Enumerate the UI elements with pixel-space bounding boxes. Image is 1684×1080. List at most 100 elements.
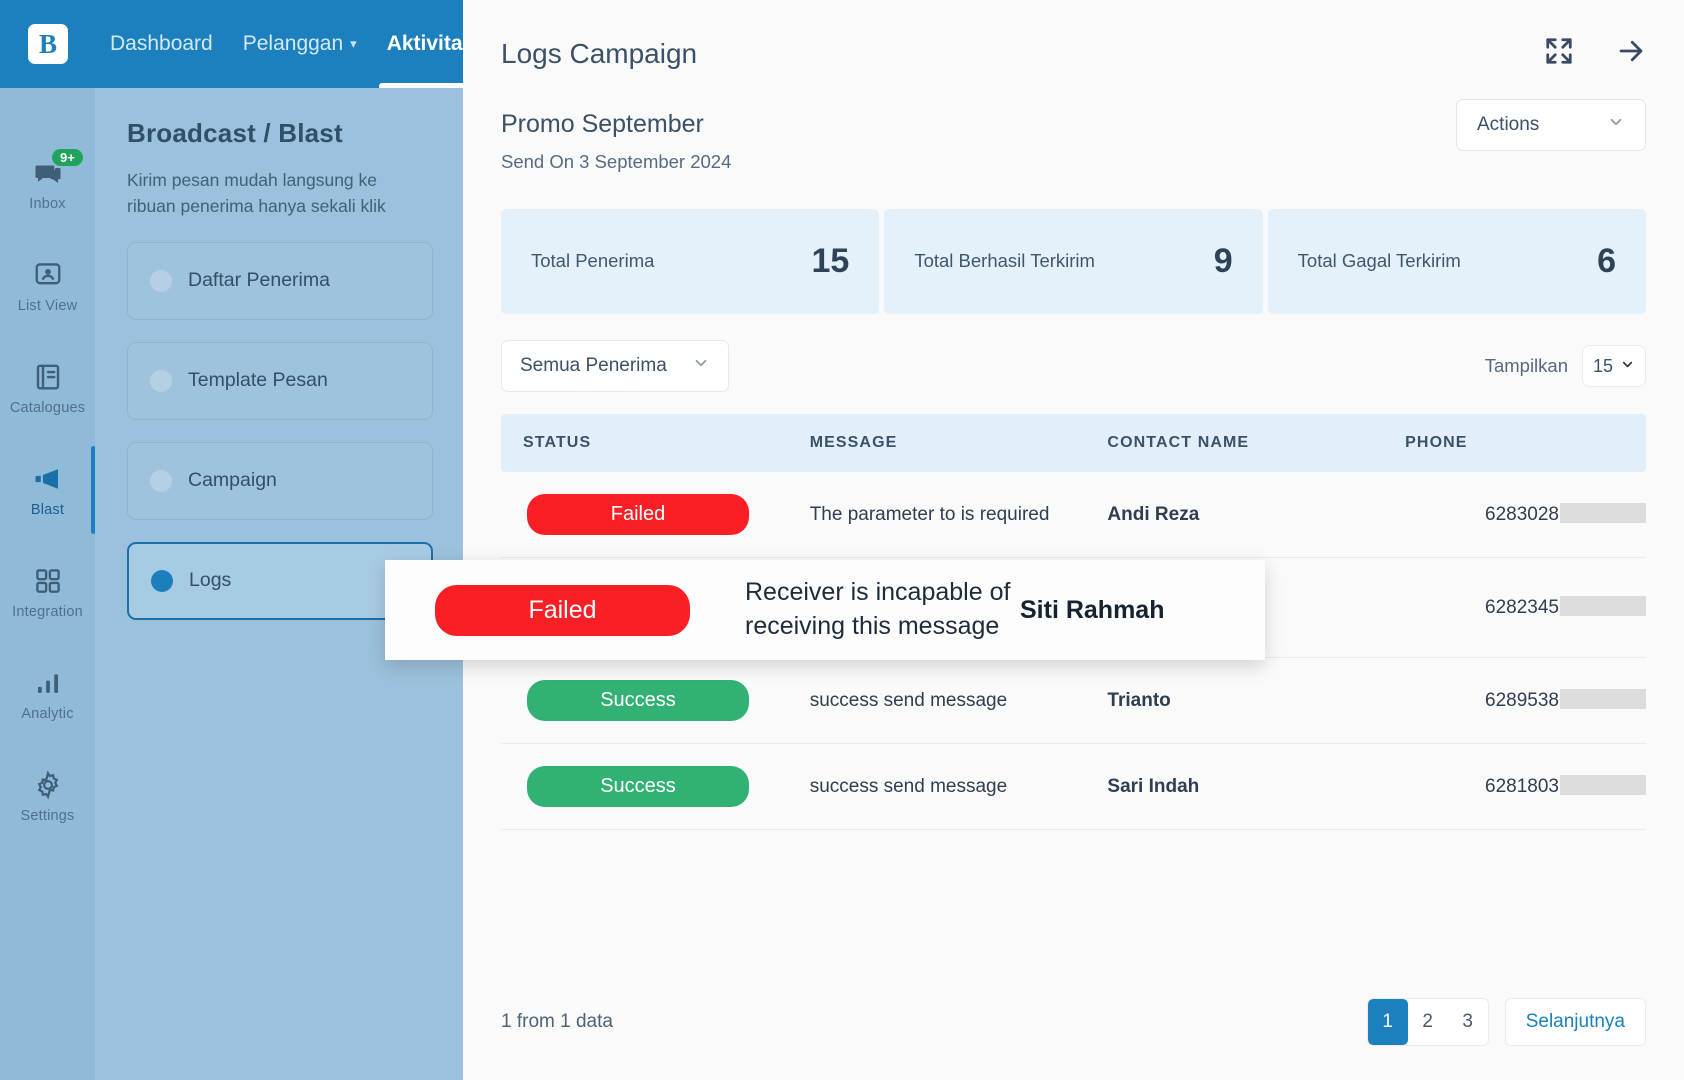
status-badge: Success [527,766,749,808]
contact-card-icon [33,260,63,290]
sidebar-item-list-view[interactable]: List View [0,260,95,314]
app-logo[interactable]: B [28,24,68,64]
cell-contact-name: Sari Indah [1107,743,1406,831]
recipient-filter-value: Semua Penerima [520,355,667,376]
column-header-phone[interactable]: PHONE [1405,414,1646,472]
megaphone-icon [33,464,63,494]
chevron-down-icon [1607,113,1625,137]
nav-label: Dashboard [110,32,213,55]
show-entries-select[interactable]: 15 [1582,345,1646,387]
panel-item-campaign[interactable]: Campaign [127,441,433,520]
record-count: 1 from 1 data [501,1011,613,1032]
phone-number: 6289538 [1485,690,1559,712]
app-root: B Dashboard Pelanggan ▾ Aktivitas ▾ S [0,0,1684,1080]
magnified-status: Failed [385,584,745,636]
column-header-message[interactable]: MESSAGE [809,414,1108,472]
table-row[interactable]: Failed The parameter to is required Andi… [501,472,1646,558]
expand-icon[interactable] [1544,36,1574,66]
sidebar-label: Settings [20,808,75,824]
cell-message: The parameter to is required [809,472,1108,558]
stat-cards: Total Penerima 15 Total Berhasil Terkiri… [501,209,1646,314]
phone-number: 6281803 [1485,776,1559,798]
page-button-3[interactable]: 3 [1448,999,1488,1045]
panel-item-label: Logs [189,569,232,591]
show-entries-label: Tampilkan [1484,355,1568,376]
panel-item-template-pesan[interactable]: Template Pesan [127,341,433,420]
chevron-down-icon [692,354,710,378]
nav-label: Aktivitas [386,32,475,55]
phone-number: 6282345 [1485,597,1559,619]
content-drawer: Logs Campaign Actions Promo September Se… [463,0,1684,1080]
sidebar-item-integration[interactable]: Integration [0,566,95,620]
panel-item-daftar-penerima[interactable]: Daftar Penerima [127,241,433,320]
stat-card-total-gagal: Total Gagal Terkirim 6 [1267,209,1646,314]
stat-card-total-berhasil: Total Berhasil Terkirim 9 [884,209,1263,314]
table-header-row: STATUS MESSAGE CONTACT NAME PHONE [501,414,1646,472]
page-button-2[interactable]: 2 [1408,999,1448,1045]
radio-icon [150,269,172,292]
panel-item-label: Template Pesan [188,369,328,391]
status-badge: Success [527,680,749,722]
sidebar-label: Inbox [29,196,66,212]
grid-icon [33,566,63,596]
magnified-contact-name: Siti Rahmah [1020,595,1165,624]
redaction-bar [1560,689,1646,710]
stat-label: Total Berhasil Terkirim [914,250,1095,272]
content-inner: Logs Campaign Actions Promo September Se… [463,0,1684,1080]
sidebar-item-analytic[interactable]: Analytic [0,668,95,722]
book-icon [33,362,63,392]
column-header-status[interactable]: STATUS [501,414,810,472]
cell-phone: 6281803 [1405,743,1646,831]
page-button-1[interactable]: 1 [1367,999,1408,1045]
chevron-down-icon: ▾ [350,36,357,51]
table-row[interactable]: Success success send message Trianto 628… [501,657,1646,745]
cell-contact-name: Andi Reza [1107,472,1406,558]
page-number-group: 1 2 3 [1366,998,1489,1046]
cell-status: Success [501,743,810,831]
stat-label: Total Penerima [531,250,655,272]
bar-chart-icon [33,668,63,698]
phone-number: 6283028 [1485,504,1559,525]
redaction-bar [1560,503,1646,523]
pagination: 1 2 3 Selanjutnya [1366,998,1646,1046]
cell-phone: 6289538 [1405,657,1646,745]
magnified-message: Receiver is incapable of receiving this … [745,578,1011,640]
nav-item-pelanggan[interactable]: Pelanggan ▾ [243,0,357,88]
radio-icon-selected [151,569,173,592]
cell-message: success send message [809,743,1108,831]
page-title: Logs Campaign [501,38,698,69]
stat-value: 15 [811,242,850,280]
table-footer: 1 from 1 data 1 2 3 Selanjutnya [501,998,1646,1046]
content-top-icons [1544,36,1646,66]
recipient-filter-select[interactable]: Semua Penerima [501,340,729,392]
arrow-right-icon[interactable] [1616,36,1646,66]
next-page-button[interactable]: Selanjutnya [1504,998,1646,1046]
icon-rail: 9+ Inbox List View Catalogues Blast Inte… [0,88,96,1080]
sidebar-label: Analytic [21,706,74,722]
cell-phone: 6283028 [1405,472,1646,558]
redaction-bar [1560,596,1646,617]
actions-label: Actions [1477,114,1540,135]
magnified-row-overlay: Failed Receiver is incapable of receivin… [385,560,1265,660]
nav-item-dashboard[interactable]: Dashboard [110,0,213,88]
filter-row: Semua Penerima Tampilkan 15 [501,340,1646,392]
sidebar-label: Catalogues [9,400,86,416]
table-row[interactable]: Success success send message Sari Indah … [501,743,1646,831]
column-header-contact-name[interactable]: CONTACT NAME [1107,414,1406,472]
sidebar-item-settings[interactable]: Settings [0,770,95,824]
sidebar-item-inbox[interactable]: 9+ Inbox [0,149,95,212]
status-badge: Failed [527,494,749,535]
cell-status: Failed [501,472,810,558]
cell-phone: 6282345 [1405,557,1646,659]
stat-card-total-penerima: Total Penerima 15 [501,209,880,314]
sidebar-item-catalogues[interactable]: Catalogues [0,362,95,416]
stat-label: Total Gagal Terkirim [1297,250,1461,272]
sidebar-label: List View [17,298,78,314]
sidebar-item-blast[interactable]: Blast [0,446,96,534]
radio-icon [150,369,172,392]
sidebar-label: Blast [30,502,65,518]
panel-subtitle: Kirim pesan mudah langsung ke ribuan pen… [127,170,386,217]
redaction-bar [1560,775,1646,796]
panel-title: Broadcast / Blast [127,118,343,148]
actions-button[interactable]: Actions [1456,99,1646,151]
